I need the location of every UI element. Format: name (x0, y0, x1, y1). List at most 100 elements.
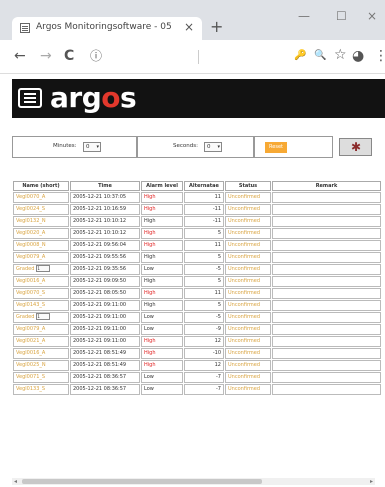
alarm-name-cell[interactable]: Vegl0132_N (13, 216, 69, 227)
reload-icon[interactable]: C (64, 48, 74, 64)
alarm-name-cell[interactable]: Vegl0133_S (13, 384, 69, 395)
alarm-name-cell[interactable]: Vegl0143_S (13, 300, 69, 311)
settings-button[interactable]: ✱ (339, 138, 372, 156)
table-row[interactable]: Vegl0143_S 2005-12-21 09:11:00 High 5 Unconf… (13, 300, 381, 311)
alarm-remark-cell[interactable] (272, 288, 381, 299)
hamburger-menu-button[interactable] (18, 88, 42, 108)
alarm-name-cell[interactable]: Vegl0079_A (13, 324, 69, 335)
alarm-name[interactable]: Vegl0016_A (16, 350, 45, 356)
alarm-name-cell[interactable]: Vegl0025_N (13, 360, 69, 371)
alarm-name[interactable]: Graded (16, 314, 34, 320)
window-close-icon[interactable]: × (367, 10, 377, 22)
browser-tab[interactable]: Argos Monitoringsoftware - 05 × (12, 17, 202, 40)
alarm-name-cell[interactable]: Vegl0079_A (13, 252, 69, 263)
scrollbar-thumb[interactable] (22, 479, 262, 484)
column-header[interactable]: Name (short) (13, 181, 69, 191)
alarm-name[interactable]: Vegl0025_N (16, 362, 46, 368)
alarm-name[interactable]: Vegl0008_N (16, 242, 46, 248)
alarm-remark-cell[interactable] (272, 348, 381, 359)
alarm-name[interactable]: Vegl0132_N (16, 218, 46, 224)
table-row[interactable]: Vegl0079_A 2005-12-21 09:11:00 Low -9 Unconf… (13, 324, 381, 335)
site-info-icon[interactable]: ⓘ (90, 48, 102, 64)
alarm-status-cell[interactable]: Unconfirmed (225, 336, 271, 347)
alarm-name[interactable]: Vegl0071_S (16, 374, 45, 380)
alarm-name-cell[interactable]: Vegl0070_S (13, 288, 69, 299)
alarm-name-cell[interactable]: Graded 1 (13, 312, 69, 323)
table-row[interactable]: Vegl0021_A 2005-12-21 09:11:00 High 12 Uncon… (13, 336, 381, 347)
row-select[interactable]: 1 (36, 313, 51, 320)
alarm-status-cell[interactable]: Unconfirmed (225, 300, 271, 311)
alarm-name[interactable]: Vegl0016_A (16, 278, 45, 284)
alarm-remark-cell[interactable] (272, 240, 381, 251)
table-row[interactable]: Vegl0070_S 2005-12-21 08:05:50 High 11 Uncon… (13, 288, 381, 299)
alarm-remark-cell[interactable] (272, 300, 381, 311)
key-icon[interactable]: 🔑 (294, 48, 306, 64)
alarm-remark-cell[interactable] (272, 372, 381, 383)
alarm-name[interactable]: Graded (16, 266, 34, 272)
table-row[interactable]: Vegl0025_N 2005-12-21 08:51:49 High 12 Uncon… (13, 360, 381, 371)
alarm-remark-cell[interactable] (272, 324, 381, 335)
alarm-status-cell[interactable]: Unconfirmed (225, 324, 271, 335)
new-tab-icon[interactable]: + (210, 17, 223, 37)
column-header[interactable]: Alarm level (141, 181, 183, 191)
alarm-status-cell[interactable]: Unconfirmed (225, 216, 271, 227)
alarm-remark-cell[interactable] (272, 276, 381, 287)
column-header[interactable]: Alternatae (184, 181, 224, 191)
alarm-name-cell[interactable]: Vegl0021_A (13, 336, 69, 347)
alarm-remark-cell[interactable] (272, 204, 381, 215)
alarm-remark-cell[interactable] (272, 228, 381, 239)
table-row[interactable]: Vegl0071_S 2005-12-21 08:36:57 Low -7 Unconf… (13, 372, 381, 383)
alarm-name[interactable]: Vegl0133_S (16, 386, 45, 392)
alarm-status-cell[interactable]: Unconfirmed (225, 348, 271, 359)
browser-menu-icon[interactable]: ⋮ (374, 48, 385, 64)
seconds-select[interactable]: 0 (204, 142, 222, 152)
table-row[interactable]: Graded 1 2005-12-21 09:35:56 Low -5 Unconfirm… (13, 264, 381, 275)
scroll-left-icon[interactable]: ◂ (14, 478, 17, 485)
alarm-name-cell[interactable]: Vegl0071_S (13, 372, 69, 383)
alarm-name[interactable]: Vegl0070_S (16, 290, 45, 296)
alarm-status-cell[interactable]: Unconfirmed (225, 240, 271, 251)
alarm-name[interactable]: Vegl0070_A (16, 194, 45, 200)
alarm-name[interactable]: Vegl0143_S (16, 302, 45, 308)
alarm-remark-cell[interactable] (272, 216, 381, 227)
alarm-remark-cell[interactable] (272, 384, 381, 395)
table-row[interactable]: Vegl0024_S 2005-12-21 10:16:59 High -11 Unco… (13, 204, 381, 215)
alarm-name-cell[interactable]: Vegl0016_A (13, 348, 69, 359)
alarm-name-cell[interactable]: Vegl0020_A (13, 228, 69, 239)
alarm-status-cell[interactable]: Unconfirmed (225, 288, 271, 299)
alarm-name[interactable]: Vegl0079_A (16, 326, 45, 332)
minimize-icon[interactable]: — (298, 10, 310, 22)
alarm-name[interactable]: Vegl0024_S (16, 206, 45, 212)
horizontal-scrollbar[interactable]: ◂ ▸ (12, 478, 375, 485)
alarm-status-cell[interactable]: Unconfirmed (225, 252, 271, 263)
column-header[interactable]: Remark (272, 181, 381, 191)
table-row[interactable]: Vegl0070_A 2005-12-21 10:37:05 High 11 Uncon… (13, 192, 381, 203)
maximize-icon[interactable]: ☐ (336, 10, 347, 22)
row-select[interactable]: 1 (36, 265, 51, 272)
forward-icon[interactable]: → (40, 48, 52, 64)
alarm-name-cell[interactable]: Graded 1 (13, 264, 69, 275)
profile-icon[interactable]: ◕ (352, 48, 364, 64)
reset-button[interactable]: Reset (265, 142, 287, 153)
alarm-remark-cell[interactable] (272, 264, 381, 275)
alarm-name-cell[interactable]: Vegl0016_A (13, 276, 69, 287)
alarm-status-cell[interactable]: Unconfirmed (225, 372, 271, 383)
alarm-name[interactable]: Vegl0079_A (16, 254, 45, 260)
column-header[interactable]: Status (225, 181, 271, 191)
alarm-remark-cell[interactable] (272, 312, 381, 323)
alarm-remark-cell[interactable] (272, 360, 381, 371)
alarm-name[interactable]: Vegl0020_A (16, 230, 45, 236)
alarm-name-cell[interactable]: Vegl0070_A (13, 192, 69, 203)
bookmark-star-icon[interactable]: ☆ (334, 47, 347, 63)
alarm-remark-cell[interactable] (272, 336, 381, 347)
tab-close-icon[interactable]: × (184, 20, 194, 34)
address-bar[interactable]: ⓘ 🔑 🔍 ☆ (90, 45, 350, 69)
table-row[interactable]: Vegl0132_N 2005-12-21 10:10:12 High -11 Unco… (13, 216, 381, 227)
table-row[interactable]: Vegl0079_A 2005-12-21 09:55:56 High 5 Unconf… (13, 252, 381, 263)
scroll-right-icon[interactable]: ▸ (370, 478, 373, 485)
minutes-select[interactable]: 0 (83, 142, 101, 152)
table-row[interactable]: Vegl0016_A 2005-12-21 09:09:50 High 5 Unconf… (13, 276, 381, 287)
alarm-name-cell[interactable]: Vegl0024_S (13, 204, 69, 215)
alarm-status-cell[interactable]: Unconfirmed (225, 228, 271, 239)
back-icon[interactable]: ← (14, 48, 26, 64)
